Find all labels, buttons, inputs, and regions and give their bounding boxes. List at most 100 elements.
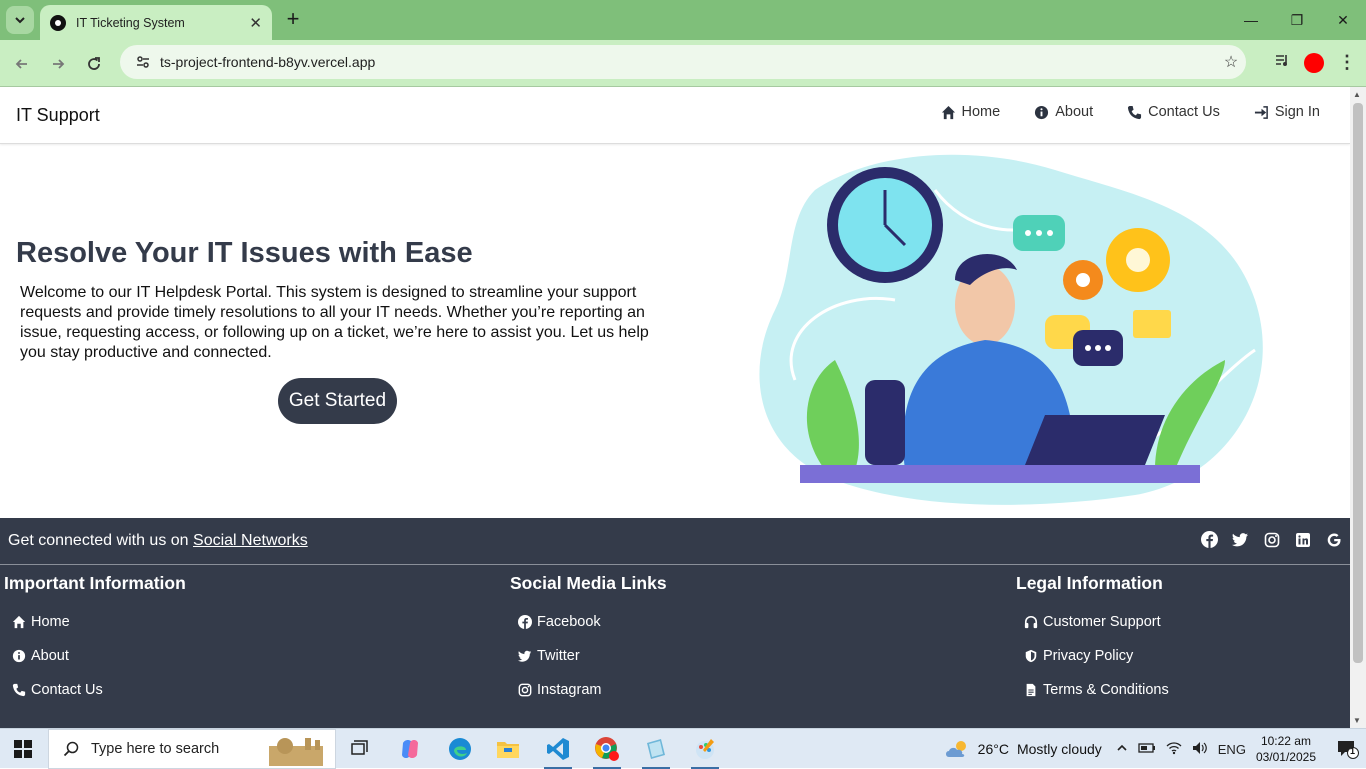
task-view-button[interactable]: [340, 733, 380, 765]
taskbar-search-box[interactable]: Type here to search: [48, 729, 336, 769]
twitter-icon[interactable]: [1232, 531, 1249, 548]
headset-icon: [1024, 615, 1038, 629]
nav-signin-link[interactable]: Sign In: [1254, 104, 1320, 120]
linkedin-icon[interactable]: [1294, 531, 1311, 548]
reload-button[interactable]: [81, 51, 107, 77]
nav-contact-link[interactable]: Contact Us: [1127, 104, 1220, 120]
footer-link-label: Customer Support: [1043, 614, 1161, 630]
hero-description: Welcome to our IT Helpdesk Portal. This …: [20, 284, 649, 361]
minimize-button[interactable]: —: [1228, 0, 1274, 40]
phone-icon: [1128, 105, 1142, 119]
footer-contact-link[interactable]: Contact Us: [4, 668, 186, 712]
footer-column-title: Social Media Links: [510, 573, 667, 593]
notification-center-button[interactable]: 1: [1330, 739, 1366, 759]
get-started-button[interactable]: Get Started: [278, 378, 397, 424]
footer-link-label: Home: [31, 614, 70, 630]
taskbar-clock[interactable]: 10:22 am 03/01/2025: [1256, 733, 1316, 765]
scrollbar-thumb[interactable]: [1353, 103, 1363, 663]
clock-date: 03/01/2025: [1255, 750, 1316, 764]
document-icon: [1026, 683, 1036, 697]
nav-home-link[interactable]: Home: [941, 104, 1000, 120]
search-icon: [63, 741, 79, 757]
info-circle-icon: [1035, 105, 1049, 119]
new-tab-button[interactable]: +: [282, 8, 304, 32]
social-networks-link[interactable]: Social Networks: [193, 532, 308, 549]
arrow-right-icon: [53, 59, 65, 69]
chevron-up-icon[interactable]: [1116, 742, 1128, 757]
url-text: ts-project-frontend-b8yv.vercel.app: [160, 54, 376, 70]
menu-kebab-icon[interactable]: ⋮: [1338, 52, 1356, 73]
site-brand[interactable]: IT Support: [16, 105, 100, 126]
tab-search-button[interactable]: [6, 6, 34, 34]
media-controls-icon[interactable]: [1274, 52, 1290, 73]
site-favicon: [50, 14, 66, 31]
copilot-button[interactable]: [390, 733, 430, 765]
system-tray: 26°C Mostly cloudy ENG 10:22 am 03/01/20…: [944, 729, 1366, 769]
facebook-icon[interactable]: [1201, 531, 1218, 548]
weather-temperature: 26°C: [977, 741, 1009, 757]
footer-instagram-link[interactable]: Instagram: [510, 668, 667, 712]
footer-column-legal: Legal Information Customer Support Priva…: [1016, 573, 1169, 712]
weather-description: Mostly cloudy: [1016, 741, 1102, 757]
browser-tab[interactable]: IT Ticketing System ✕: [40, 5, 272, 40]
browser-tab-bar: IT Ticketing System ✕ + — ❐ ✕: [0, 0, 1366, 40]
paint-app-icon: [696, 739, 714, 759]
twitter-icon: [518, 650, 532, 662]
weather-widget[interactable]: 26°C Mostly cloudy: [944, 739, 1102, 759]
web-page: IT Support Home About Contact Us Sign In…: [0, 87, 1350, 728]
scroll-down-arrow-icon[interactable]: ▼: [1353, 716, 1361, 725]
footer-link-label: Facebook: [537, 614, 601, 630]
site-footer: Get connected with us on Social Networks…: [0, 518, 1350, 728]
volume-icon[interactable]: [1192, 741, 1208, 758]
bookmark-star-icon[interactable]: ☆: [1216, 52, 1246, 72]
vscode-icon: [547, 738, 569, 760]
cloudy-weather-icon: [945, 741, 966, 757]
footer-column-title: Legal Information: [1016, 573, 1163, 593]
phone-icon: [12, 683, 26, 697]
search-highlight-image-icon: [269, 738, 323, 766]
footer-link-label: Twitter: [537, 648, 580, 664]
app-button-1[interactable]: [636, 733, 676, 769]
taskbar-search-placeholder: Type here to search: [91, 741, 220, 757]
tab-title: IT Ticketing System: [76, 15, 185, 30]
site-settings-icon[interactable]: [134, 53, 152, 71]
footer-column-social: Social Media Links Facebook Twitter Inst…: [510, 573, 667, 712]
tab-close-icon[interactable]: ✕: [249, 14, 262, 32]
close-window-button[interactable]: ✕: [1320, 0, 1366, 40]
footer-terms-link[interactable]: Terms & Conditions: [1016, 668, 1169, 712]
social-lead-text: Get connected with us on: [8, 532, 189, 549]
page-scrollbar[interactable]: ▲ ▼: [1350, 87, 1366, 728]
back-button[interactable]: [9, 51, 35, 77]
file-explorer-button[interactable]: [488, 733, 528, 765]
edge-button[interactable]: [440, 733, 480, 765]
address-bar[interactable]: ts-project-frontend-b8yv.vercel.app ☆: [120, 45, 1246, 79]
chevron-down-icon: [15, 17, 25, 24]
helpdesk-illustration: [759, 154, 1263, 505]
nav-contact-label: Contact Us: [1148, 104, 1220, 120]
scroll-up-arrow-icon[interactable]: ▲: [1353, 90, 1361, 99]
forward-button[interactable]: [45, 51, 71, 77]
vscode-button[interactable]: [538, 733, 578, 769]
restore-button[interactable]: ❐: [1274, 0, 1320, 40]
folder-icon: [497, 742, 519, 758]
social-strip-text: Get connected with us on Social Networks: [8, 532, 308, 550]
chrome-icon: [595, 737, 619, 761]
chrome-button[interactable]: [587, 733, 627, 769]
notebook-app-icon: [647, 739, 665, 759]
footer-link-label: Contact Us: [31, 682, 103, 698]
instagram-icon: [518, 683, 532, 697]
instagram-icon[interactable]: [1263, 531, 1280, 548]
footer-link-label: Terms & Conditions: [1043, 682, 1169, 698]
nav-about-link[interactable]: About: [1034, 104, 1093, 120]
wifi-icon[interactable]: [1166, 741, 1182, 758]
home-icon: [12, 615, 26, 629]
battery-icon[interactable]: [1138, 742, 1156, 757]
windows-start-icon[interactable]: [14, 740, 32, 758]
windows-taskbar: Type here to search 26°C Mostly cloudy E…: [0, 728, 1366, 769]
reload-icon: [88, 57, 100, 70]
google-icon[interactable]: [1325, 531, 1342, 548]
language-indicator[interactable]: ENG: [1218, 742, 1246, 757]
profile-avatar[interactable]: [1304, 52, 1324, 73]
app-button-2[interactable]: [685, 733, 725, 769]
facebook-icon: [518, 615, 532, 629]
